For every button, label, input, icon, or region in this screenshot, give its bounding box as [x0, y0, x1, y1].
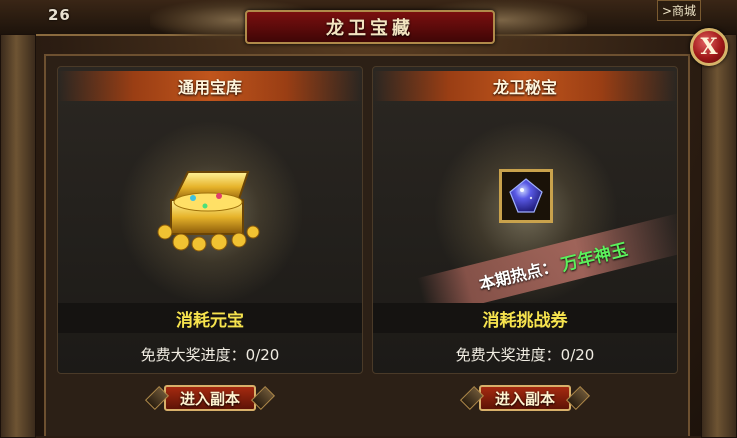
cost-label: 消耗挑战券: [482, 310, 568, 331]
cost-label: 消耗元宝: [176, 310, 244, 331]
enter-instance-button-right[interactable]: 进入副本: [459, 382, 591, 414]
panel-title: 龙卫秘宝: [492, 78, 557, 97]
progress-text: 免费大奖进度：0/20: [140, 346, 280, 364]
panel-header: 通用宝库: [58, 71, 362, 101]
blue-gem-icon: [509, 178, 543, 213]
hot-topic-value: 万年神玉: [558, 239, 630, 276]
gem-slot[interactable]: [499, 169, 553, 223]
cost-bar: 消耗元宝: [58, 303, 362, 333]
enter-button-label[interactable]: 进入副本: [479, 385, 571, 411]
close-button[interactable]: X: [690, 28, 728, 66]
panel-general-treasury: 通用宝库 消耗元宝 免费大奖进度：0/20: [57, 66, 363, 374]
treasure-chest-icon: [157, 171, 260, 252]
right-pillar: [701, 34, 737, 438]
enter-instance-button-left[interactable]: 进入副本: [144, 382, 276, 414]
cost-bar: 消耗挑战券: [373, 303, 677, 333]
level-number: 26: [48, 6, 71, 24]
window-title: 龙卫宝藏: [326, 18, 414, 39]
progress-text: 免费大奖进度：0/20: [455, 346, 595, 364]
title-plate: 龙卫宝藏: [245, 10, 495, 44]
shop-link[interactable]: >商城: [656, 0, 701, 21]
panel-dragon-guard-secret: 龙卫秘宝 本期热点： 万年神玉 消耗挑战券 免费大奖进度：0/20: [372, 66, 678, 374]
left-pillar: [0, 34, 36, 438]
panel-title: 通用宝库: [177, 78, 242, 97]
enter-button-label[interactable]: 进入副本: [164, 385, 256, 411]
game-window: 26 >商城 龙卫宝藏 X 通用宝库 消耗元宝 免费大奖进度：0/20 龙卫秘宝…: [0, 0, 737, 438]
panel-header: 龙卫秘宝: [373, 71, 677, 101]
